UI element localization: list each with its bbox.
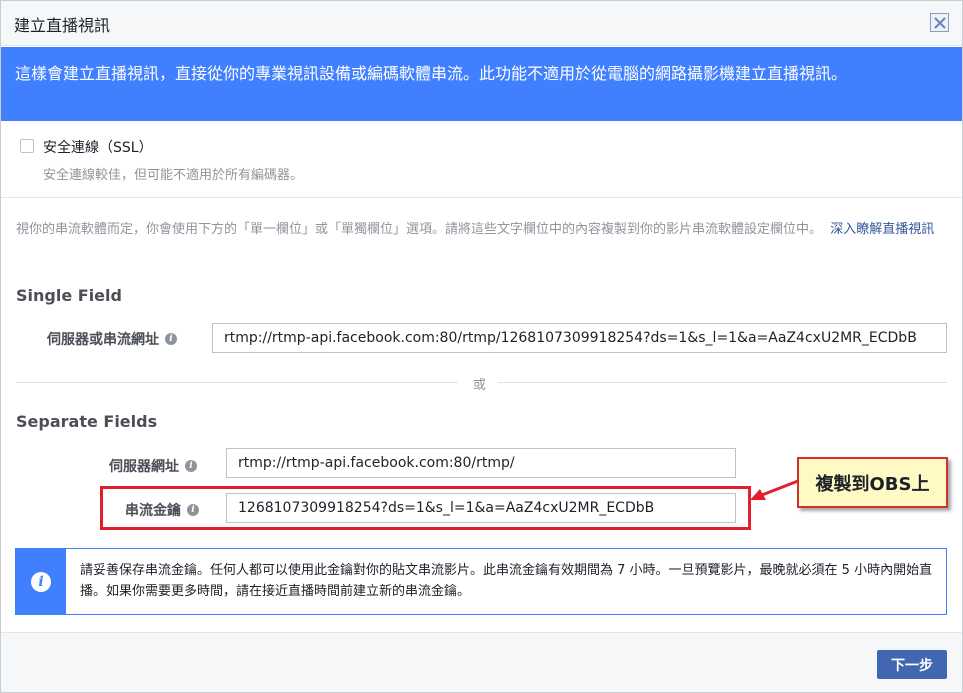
instructions-text: 視你的串流軟體而定，你會使用下方的「單一欄位」或「單獨欄位」選項。請將這些文字欄… xyxy=(16,219,946,240)
server-url-label-text: 伺服器網址 xyxy=(109,459,179,475)
section-divider xyxy=(1,197,962,198)
ssl-checkbox[interactable] xyxy=(20,139,34,153)
or-divider-left xyxy=(16,382,458,383)
stream-url-label: 伺服器或串流網址 i xyxy=(47,329,177,349)
close-button[interactable] xyxy=(930,13,949,32)
info-circle-icon: i xyxy=(31,571,51,592)
annotation-callout: 複製到OBS上 xyxy=(797,457,948,508)
or-divider-text: 或 xyxy=(473,378,487,393)
stream-url-label-text: 伺服器或串流網址 xyxy=(47,332,159,348)
create-live-video-dialog: 建立直播視訊 這樣會建立直播視訊，直接從你的專業視訊設備或編碼軟體串流。此功能不… xyxy=(0,0,963,693)
server-url-input[interactable]: rtmp://rtmp-api.facebook.com:80/rtmp/ xyxy=(226,448,736,478)
separate-fields-heading: Separate Fields xyxy=(16,412,158,431)
dialog-footer: 下一步 xyxy=(1,632,962,692)
dialog-title: 建立直播視訊 xyxy=(14,16,111,35)
info-icon[interactable]: i xyxy=(185,460,197,472)
next-button[interactable]: 下一步 xyxy=(877,650,947,679)
instructions-body: 視你的串流軟體而定，你會使用下方的「單一欄位」或「單獨欄位」選項。請將這些文字欄… xyxy=(16,222,823,237)
dialog-header: 建立直播視訊 xyxy=(1,1,962,46)
ssl-description: 安全連線較佳，但可能不適用於所有編碼器。 xyxy=(43,168,304,183)
notice-text: 請妥善保存串流金鑰。任何人都可以使用此金鑰對你的貼文串流影片。此串流金鑰有效期間… xyxy=(80,563,933,599)
close-icon xyxy=(933,16,946,29)
learn-more-link[interactable]: 深入瞭解直播視訊 xyxy=(830,222,934,237)
notice-icon-strip: i xyxy=(16,549,66,614)
annotation-arrow-icon xyxy=(750,479,799,500)
ssl-label[interactable]: 安全連線（SSL） xyxy=(43,137,153,157)
stream-key-notice: i 請妥善保存串流金鑰。任何人都可以使用此金鑰對你的貼文串流影片。此串流金鑰有效… xyxy=(15,548,947,615)
server-url-label: 伺服器網址 i xyxy=(109,456,197,476)
info-icon[interactable]: i xyxy=(165,333,177,345)
info-banner: 這樣會建立直播視訊，直接從你的專業視訊設備或編碼軟體串流。此功能不適用於從電腦的… xyxy=(1,47,962,121)
annotation-highlight-box xyxy=(100,486,751,530)
or-divider-right xyxy=(498,382,947,383)
stream-url-input[interactable]: rtmp://rtmp-api.facebook.com:80/rtmp/126… xyxy=(212,323,947,353)
single-field-heading: Single Field xyxy=(16,286,122,305)
